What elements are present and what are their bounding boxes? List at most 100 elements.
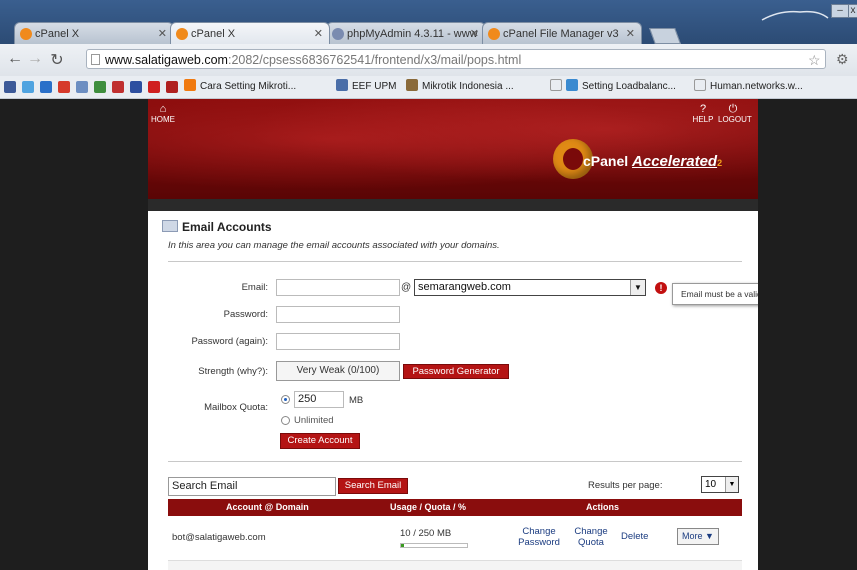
browser-toolbar: ← → ↻ www.salatigaweb.com:2082/cpsess683… [0,44,857,77]
bookmark-item[interactable]: Mikrotik Indonesia ... [406,76,514,98]
password-again-field[interactable] [276,333,400,350]
results-per-page-label: Results per page: [588,480,663,491]
divider [168,461,742,462]
new-tab-button[interactable] [649,28,681,44]
logo-accent-text: Accelerated [632,153,718,170]
browser-tab-strip: cPanel X ✕ cPanel X ✕ phpMyAdmin 4.3.11 … [0,0,857,46]
address-bar[interactable]: www.salatigaweb.com:2082/cpsess683676254… [86,49,826,69]
logout-label: LOGOUT [718,115,752,124]
back-icon[interactable]: ← [6,50,24,68]
logo-sub-text: 2 [717,158,723,168]
home-icon: ⌂ [159,103,167,115]
tab-label: cPanel X [35,28,80,40]
browser-tab[interactable]: phpMyAdmin 4.3.11 - www ✕ [326,22,486,44]
bookmark-icon[interactable] [112,81,124,93]
quota-usage-bar [400,543,468,548]
bookmark-icon[interactable] [148,81,160,93]
more-actions-button[interactable]: More ▼ [677,528,719,545]
close-icon[interactable]: ✕ [470,23,479,44]
help-icon: ? [699,103,707,115]
bookmark-icon [336,79,348,91]
bookmark-label: EEF UPM [352,81,397,92]
quota-usage-fill [401,544,404,547]
page-icon [550,79,562,91]
facebook-icon[interactable] [4,81,16,93]
browser-tab[interactable]: cPanel File Manager v3 ✕ [482,22,642,44]
page-icon [91,54,100,65]
minimize-button[interactable]: – [831,4,849,18]
table-row: bot@salatigaweb.com 10 / 250 MB Change P… [168,516,742,561]
bookmark-icon [566,79,578,91]
tab-label: phpMyAdmin 4.3.11 - www [347,28,478,40]
quota-unlimited-radio[interactable] [281,416,290,425]
bookmark-label: Mikrotik Indonesia ... [422,81,514,92]
quota-limited-radio[interactable] [281,395,290,404]
bookmark-item[interactable]: EEF UPM [336,76,396,98]
bookmark-label: Human.networks.w... [710,81,803,92]
bookmark-icon[interactable] [166,81,178,93]
page-icon [694,79,706,91]
change-quota-link[interactable]: Change Quota [571,526,611,548]
create-account-button[interactable]: Create Account [280,433,360,449]
results-per-page-select[interactable]: 10 ▼ [701,476,739,493]
search-email-button[interactable]: Search Email [338,478,408,494]
at-sign: @ [401,282,412,293]
gmail-icon[interactable] [58,81,70,93]
bookmark-item[interactable]: Cara Setting Mikroti... [184,76,296,98]
column-header-usage[interactable]: Usage / Quota / % [390,499,466,516]
close-icon[interactable]: ✕ [158,23,167,44]
logo-main-text: cPanel [583,153,629,169]
bookmark-item[interactable]: Setting Loadbalanc... [550,76,676,98]
email-accounts-icon [162,220,178,232]
email-field[interactable] [276,279,400,296]
bookmark-icon [406,79,418,91]
password-generator-button[interactable]: Password Generator [403,364,509,379]
wrench-menu-icon[interactable]: ⚙ [836,51,849,68]
browser-theme-car-icon [761,10,829,21]
column-header-actions: Actions [586,502,620,512]
cpanel-favicon-icon [20,28,32,40]
twitter-icon[interactable] [22,81,34,93]
logout-icon: ⏻ [728,103,738,115]
home-link[interactable]: ⌂ HOME [148,103,178,125]
reload-icon[interactable]: ↻ [48,50,66,70]
divider [168,261,742,262]
table-row [168,561,742,570]
cpanel-favicon-icon [488,28,500,40]
strength-label: Strength (why?): [198,366,268,377]
password-field[interactable] [276,306,400,323]
domain-select[interactable]: semarangweb.com ▼ [414,279,646,296]
password-strength-meter: Very Weak (0/100) [276,361,400,381]
mailbox-quota-label: Mailbox Quota: [204,402,268,413]
bookmark-icon[interactable] [40,81,52,93]
quota-input[interactable]: 250 [294,391,344,408]
logout-link[interactable]: ⏻ LOGOUT [718,103,752,125]
close-icon[interactable]: ✕ [314,23,323,44]
browser-tab-active[interactable]: cPanel X ✕ [170,22,330,44]
cpanel-header-banner: ⌂ HOME ? HELP ⏻ LOGOUT cPanel Accelerate… [148,99,758,199]
help-label: HELP [692,115,714,124]
delete-link[interactable]: Delete [621,531,648,542]
help-link[interactable]: ? HELP [688,103,718,125]
blogger-icon [184,79,196,91]
bookmark-star-icon[interactable]: ☆ [808,52,821,69]
forward-icon[interactable]: → [26,50,44,68]
bookmark-icon[interactable] [130,81,142,93]
page-title-text: Email Accounts [182,220,272,234]
page-title: Email Accounts [162,220,272,234]
results-per-page-value: 10 [705,479,717,490]
tab-label: cPanel X [191,28,236,40]
bookmark-label: Setting Loadbalanc... [582,81,676,92]
change-password-link[interactable]: Change Password [516,526,562,548]
close-icon[interactable]: ✕ [626,23,635,44]
browser-tab[interactable]: cPanel X ✕ [14,22,174,44]
window-close-button[interactable]: x [848,4,857,18]
column-header-account[interactable]: Account @ Domain [226,499,309,516]
bookmark-item[interactable]: Human.networks.w... [694,76,803,98]
password-again-label: Password (again): [191,336,268,347]
bookmark-icon[interactable] [76,81,88,93]
cpanel-page: ⌂ HOME ? HELP ⏻ LOGOUT cPanel Accelerate… [148,99,758,570]
search-email-input[interactable]: Search Email [168,477,336,496]
domain-value: semarangweb.com [418,281,511,293]
bookmark-icon[interactable] [94,81,106,93]
